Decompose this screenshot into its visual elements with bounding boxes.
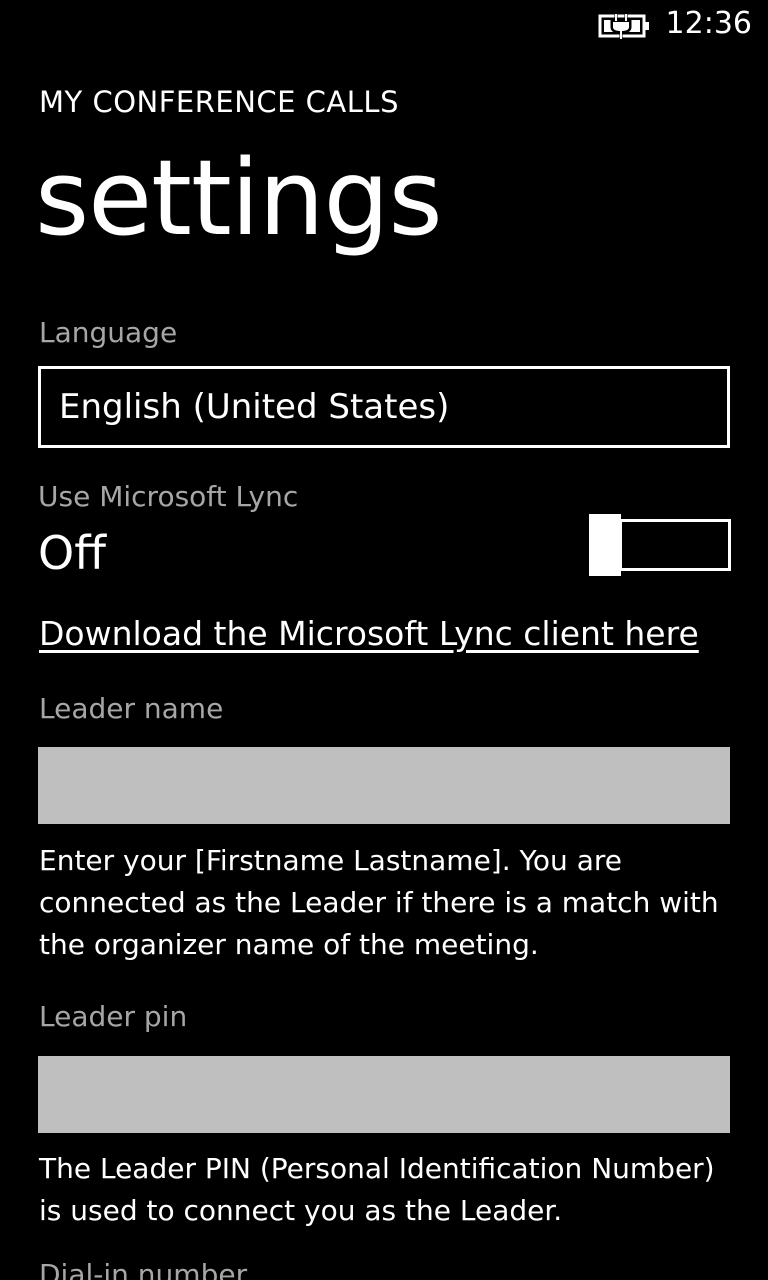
status-bar: 12:36 [0, 0, 768, 50]
dial-in-label: Dial-in number [39, 1258, 248, 1280]
leader-name-help: Enter your [Firstname Lastname]. You are… [39, 844, 719, 961]
app-title: MY CONFERENCE CALLS [39, 85, 399, 119]
leader-pin-label: Leader pin [39, 1000, 188, 1033]
language-label: Language [39, 316, 178, 349]
language-picker-value: English (United States) [59, 387, 450, 427]
download-lync-link[interactable]: Download the Microsoft Lync client here [39, 612, 699, 656]
page-title: settings [35, 137, 443, 259]
battery-charging-icon [598, 14, 649, 39]
toggle-track [619, 519, 731, 571]
toggle-thumb[interactable] [589, 514, 621, 576]
clock: 12:36 [665, 6, 752, 41]
leader-name-input[interactable] [38, 747, 730, 824]
use-lync-label: Use Microsoft Lync [38, 480, 299, 513]
use-lync-toggle[interactable] [589, 514, 731, 576]
leader-pin-help: The Leader PIN (Personal Identification … [39, 1152, 715, 1227]
leader-name-label: Leader name [39, 692, 224, 725]
use-lync-state: Off [38, 526, 106, 580]
language-picker[interactable]: English (United States) [38, 366, 730, 448]
settings-screen: 12:36 MY CONFERENCE CALLS settings Langu… [0, 0, 768, 1280]
leader-pin-input[interactable] [38, 1056, 730, 1133]
